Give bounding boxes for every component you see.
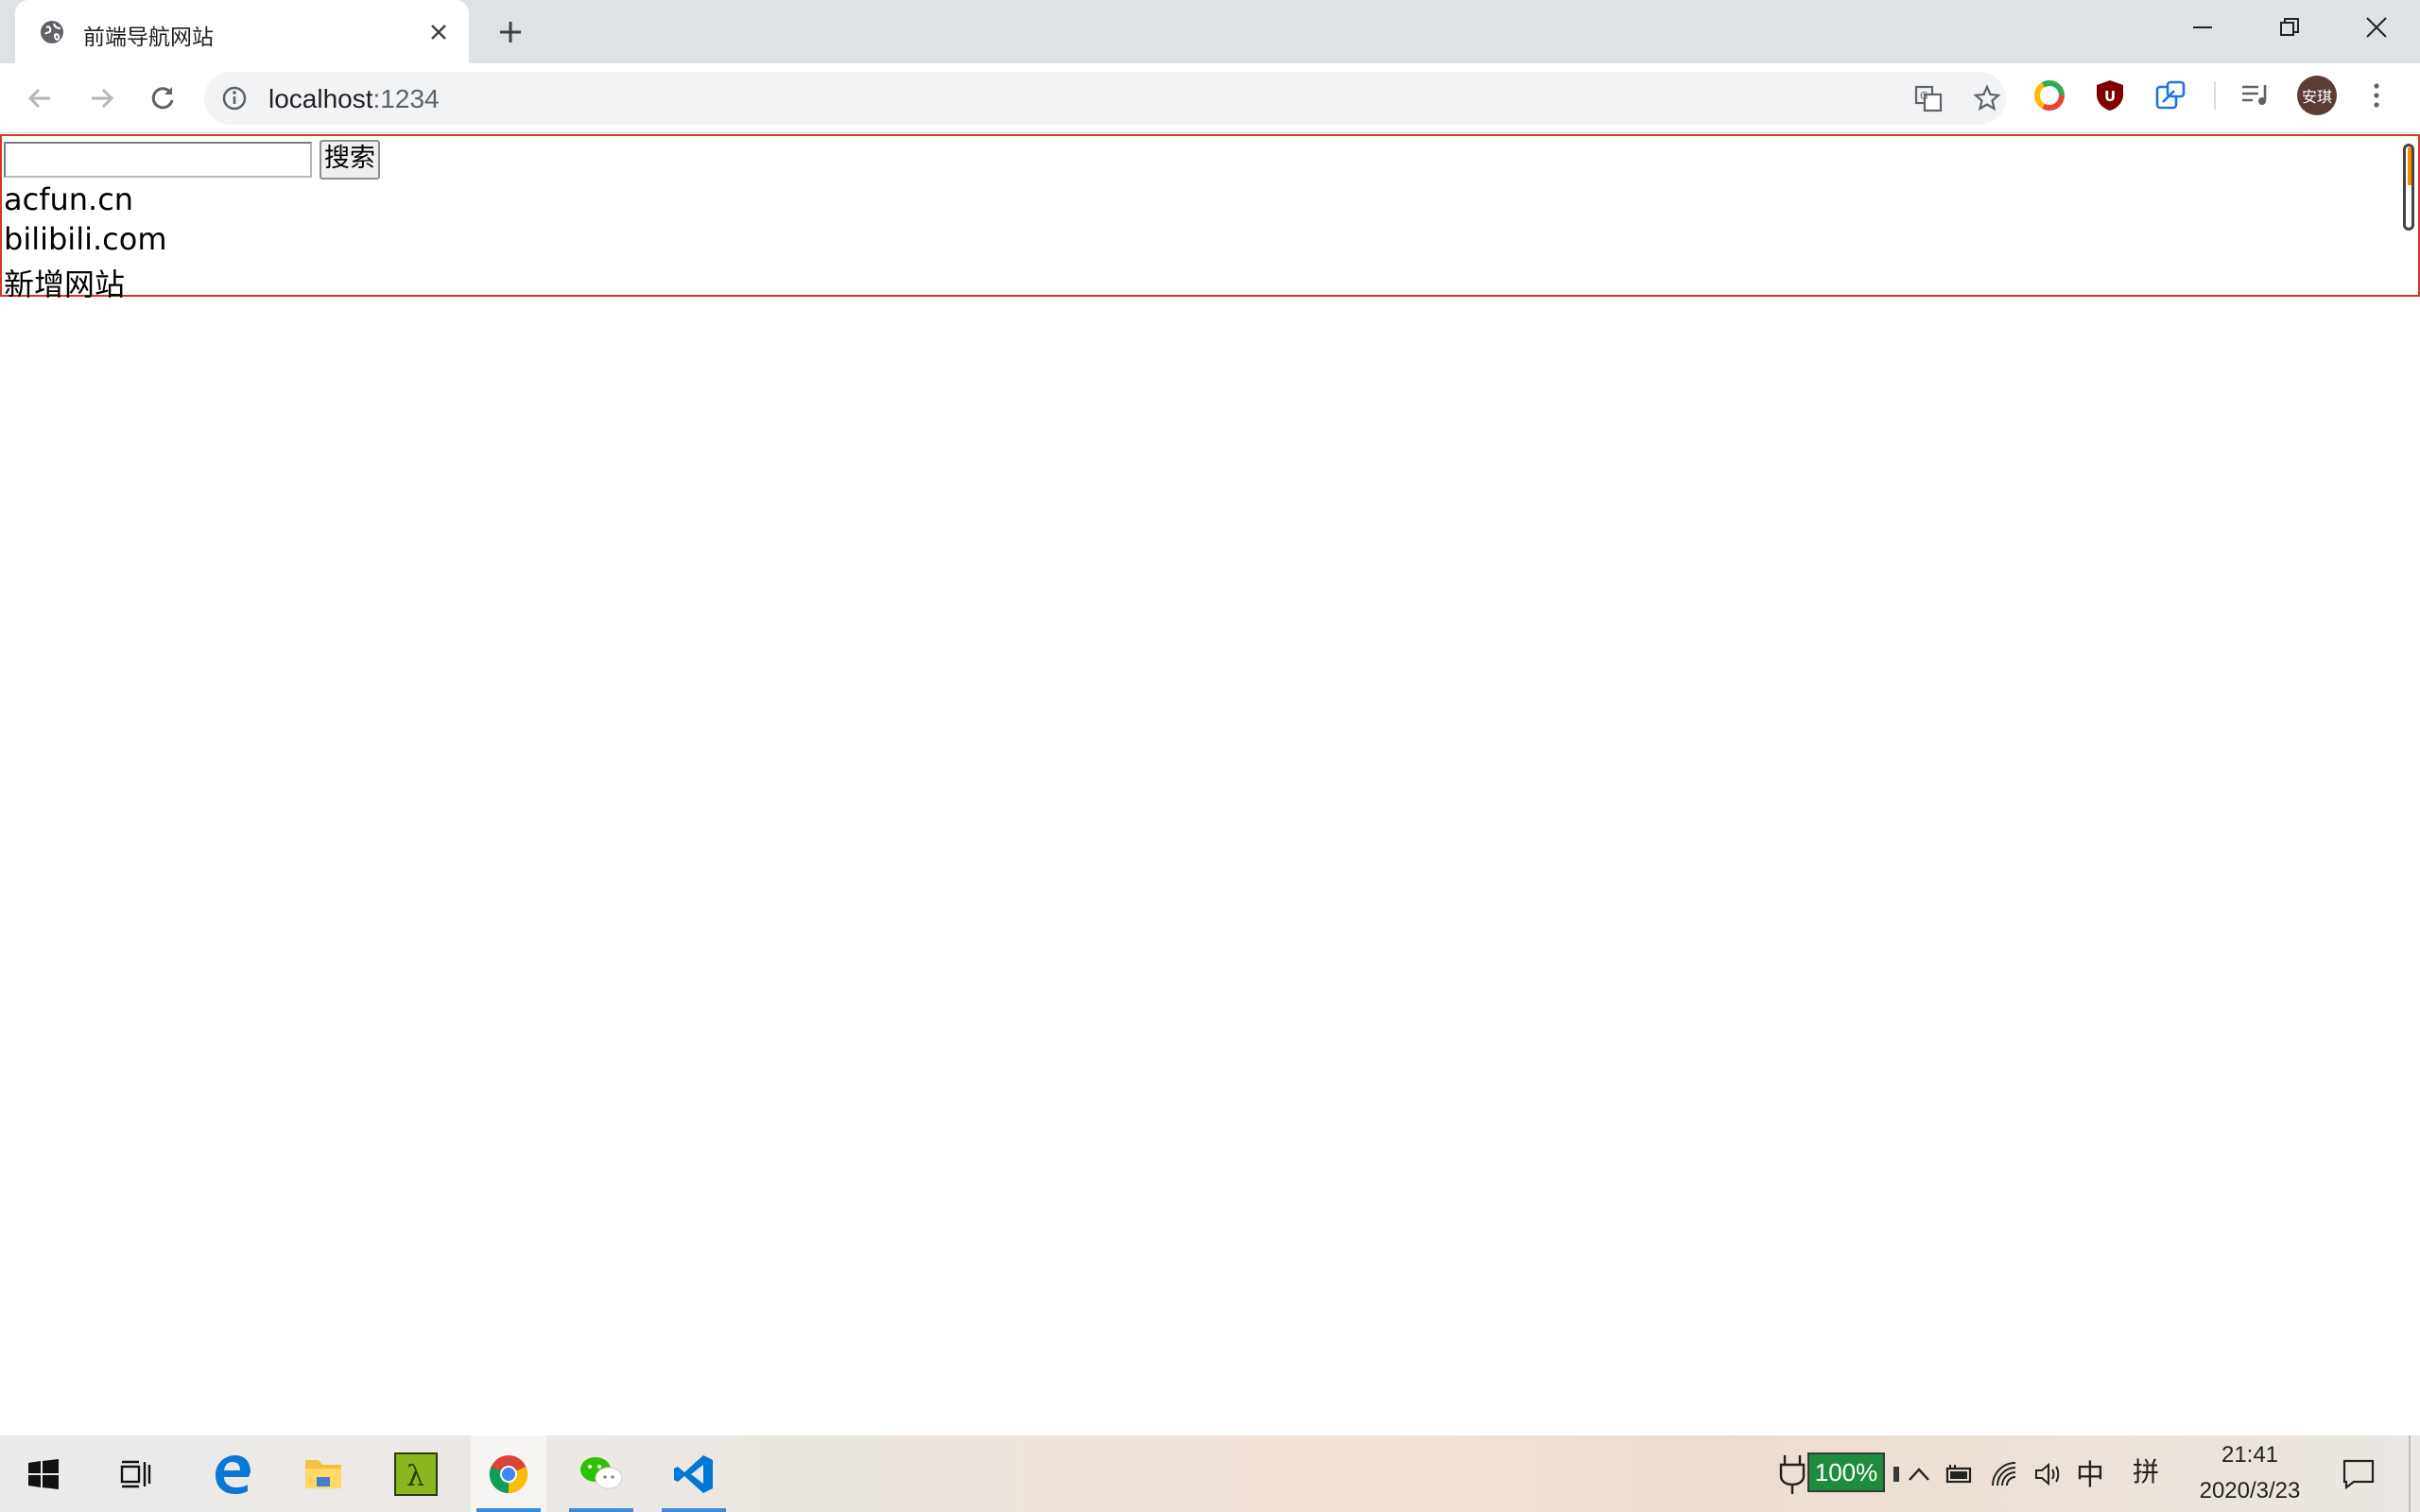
search-button[interactable]: 搜索 (320, 140, 380, 180)
translate-icon: G (1914, 85, 1943, 112)
arrow-left-icon (27, 88, 50, 109)
close-tab-button[interactable] (424, 17, 454, 47)
plus-icon (500, 22, 521, 43)
show-hidden-icons-button[interactable] (1898, 1435, 1940, 1512)
wechat-icon (580, 1456, 623, 1488)
chevron-up-icon (1909, 1467, 1929, 1481)
chrome-ring-extension[interactable] (2032, 78, 2066, 112)
tab-strip: 前端导航网站 (0, 0, 2420, 63)
back-button[interactable] (21, 79, 59, 117)
power-plug-icon (1779, 1454, 1806, 1494)
reload-icon (151, 87, 174, 110)
restore-button[interactable] (2246, 0, 2333, 55)
taskbar-lambda-app[interactable]: λ (378, 1435, 454, 1512)
close-icon (2366, 17, 2387, 38)
svg-text:U: U (2104, 88, 2116, 105)
windows-taskbar: λ (0, 1435, 2420, 1512)
close-window-button[interactable] (2333, 0, 2420, 55)
url-port: :1234 (372, 84, 440, 113)
close-icon (431, 25, 446, 40)
battery-tray-button[interactable] (1940, 1435, 1978, 1512)
task-view-button[interactable] (98, 1435, 174, 1512)
forward-button[interactable] (83, 79, 121, 117)
power-plug-indicator[interactable] (1773, 1435, 1811, 1512)
taskbar-edge[interactable] (195, 1435, 270, 1512)
task-view-icon (120, 1460, 151, 1487)
edge-icon (216, 1454, 251, 1494)
site-link-acfun[interactable]: acfun.cn (4, 181, 133, 217)
reload-button[interactable] (144, 79, 182, 117)
wifi-icon (1992, 1461, 2016, 1486)
star-icon (1973, 84, 2001, 112)
network-tray-button[interactable] (1985, 1435, 2023, 1512)
scroll-indicator (2408, 147, 2411, 185)
clock-date[interactable]: 2020/3/23 (2184, 1478, 2316, 1504)
address-bar[interactable]: localhost:1234 G (204, 72, 2006, 125)
chrome-icon (489, 1454, 528, 1493)
clock-time[interactable]: 21:41 (2193, 1442, 2307, 1469)
media-control-button[interactable] (2238, 78, 2273, 112)
info-icon[interactable] (221, 85, 248, 112)
ublock-extension[interactable]: U (2093, 78, 2127, 112)
svg-text:λ: λ (406, 1460, 424, 1493)
vscode-icon (674, 1454, 713, 1493)
profile-avatar[interactable]: 安琪 (2297, 76, 2337, 115)
ublock-icon: U (2097, 80, 2123, 111)
restore-icon (2280, 18, 2299, 36)
minimize-button[interactable] (2159, 0, 2246, 55)
battery-icon (1945, 1464, 1972, 1483)
ime-mode-indicator[interactable]: 拼 (2133, 1452, 2159, 1489)
file-explorer-icon (305, 1459, 341, 1488)
navigation-container: 搜索 acfun.cn bilibili.com 新增网站 (0, 134, 2420, 302)
page-content: 搜索 acfun.cn bilibili.com 新增网站 (0, 134, 2420, 1435)
tab-title: 前端导航网站 (83, 26, 214, 50)
minimize-icon (2193, 26, 2212, 28)
speaker-icon (2035, 1462, 2060, 1486)
chrome-menu-button[interactable] (2360, 78, 2394, 112)
bookmark-button[interactable] (1972, 83, 2002, 113)
scrollbar[interactable] (2399, 134, 2420, 1435)
ime-language-indicator[interactable]: 中 (2076, 1452, 2104, 1493)
windows-start-icon (28, 1458, 59, 1489)
taskbar-file-explorer[interactable] (285, 1435, 361, 1512)
chrome-ring-icon (2034, 80, 2065, 111)
volume-tray-button[interactable] (2029, 1435, 2066, 1512)
svg-text:G: G (1920, 90, 1928, 102)
globe-icon (41, 21, 63, 43)
toolbar-divider (2214, 81, 2216, 110)
media-control-icon (2242, 85, 2267, 105)
lambda-app-icon: λ (394, 1452, 438, 1496)
share-extension[interactable] (2153, 78, 2187, 112)
battery-percentage[interactable]: 100% (1807, 1452, 1885, 1492)
more-vert-icon (2374, 83, 2379, 108)
show-desktop-divider[interactable] (2409, 1435, 2411, 1512)
taskbar-chrome[interactable] (471, 1435, 546, 1512)
taskbar-vscode[interactable] (656, 1435, 732, 1512)
search-input[interactable] (4, 142, 312, 178)
new-tab-button[interactable] (493, 15, 527, 49)
translate-button[interactable]: G (1913, 83, 1944, 113)
arrow-right-icon (92, 88, 114, 109)
notification-icon (2342, 1459, 2375, 1489)
share-extension-icon (2155, 80, 2186, 110)
url-host: localhost (268, 84, 373, 113)
start-button[interactable] (6, 1435, 81, 1512)
taskbar-wechat[interactable] (563, 1435, 639, 1512)
add-site-button[interactable]: 新增网站 (4, 261, 125, 304)
action-center-button[interactable] (2325, 1435, 2392, 1512)
site-link-bilibili[interactable]: bilibili.com (4, 221, 166, 257)
url-text[interactable]: localhost:1234 (268, 84, 440, 114)
browser-tab[interactable]: 前端导航网站 (15, 0, 469, 63)
